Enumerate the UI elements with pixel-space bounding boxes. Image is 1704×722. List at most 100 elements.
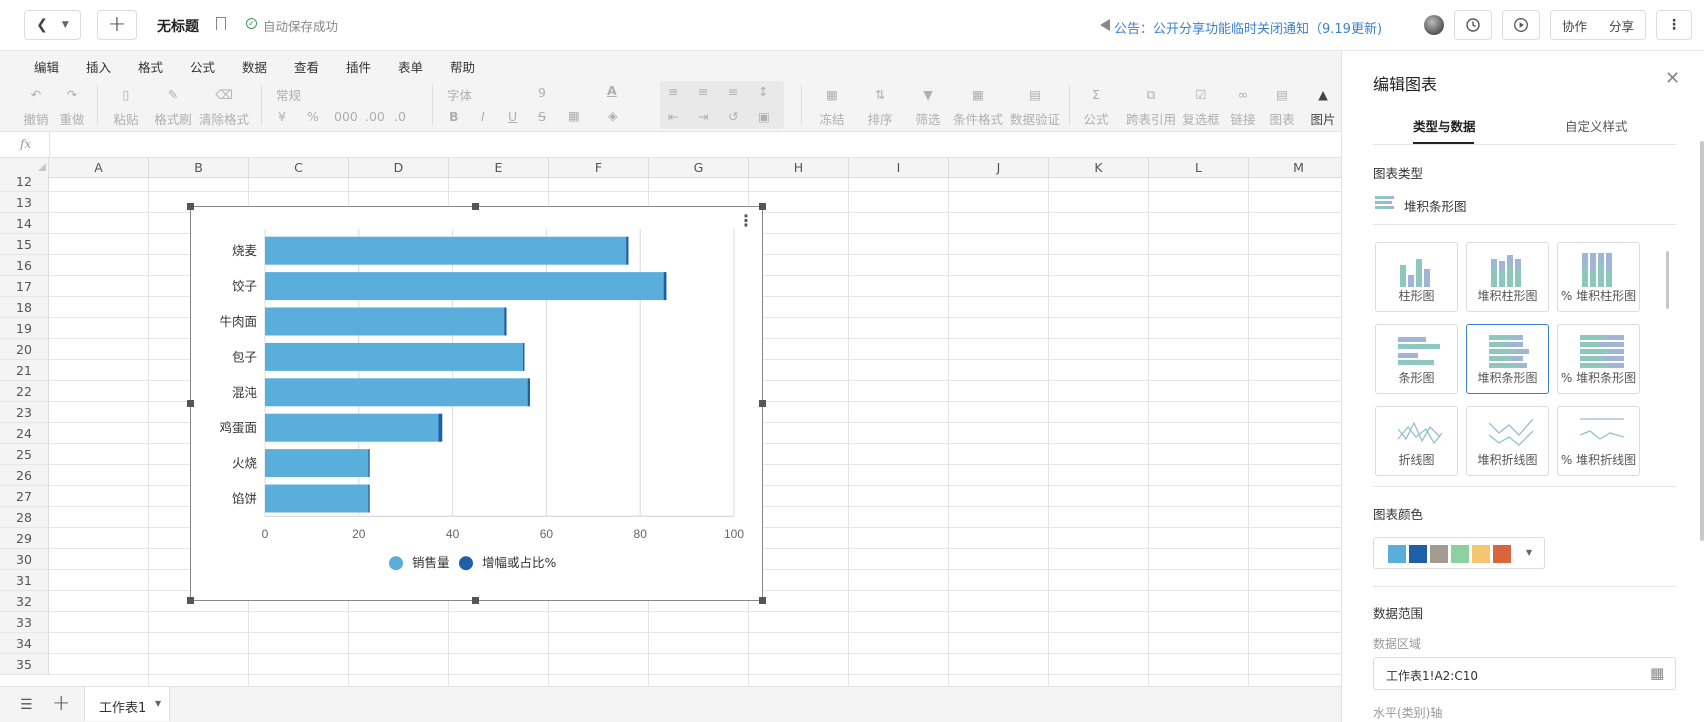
row-header[interactable]: 13 bbox=[0, 192, 49, 213]
collab-button[interactable]: 协作 bbox=[1562, 16, 1587, 35]
row-header[interactable]: 35 bbox=[0, 654, 49, 675]
row-header[interactable]: 12 bbox=[0, 171, 49, 192]
new-document-button[interactable]: + bbox=[97, 10, 137, 40]
menu-data[interactable]: 数据 bbox=[242, 57, 267, 76]
resize-handle[interactable] bbox=[759, 203, 766, 210]
align-left-icon[interactable]: ≡ bbox=[668, 84, 678, 99]
decimal-decrease-button[interactable]: .0 bbox=[394, 109, 406, 124]
row-header[interactable]: 24 bbox=[0, 423, 49, 444]
redo-button[interactable]: ↷ 重做 bbox=[56, 87, 88, 128]
row-header[interactable]: 14 bbox=[0, 213, 49, 234]
resize-handle[interactable] bbox=[187, 203, 194, 210]
share-button[interactable]: 分享 bbox=[1609, 16, 1634, 35]
resize-handle[interactable] bbox=[187, 400, 194, 407]
menu-edit[interactable]: 编辑 bbox=[34, 57, 59, 76]
number-format-select[interactable]: 常规 bbox=[276, 85, 406, 104]
row-header[interactable]: 20 bbox=[0, 339, 49, 360]
row-header[interactable]: 15 bbox=[0, 234, 49, 255]
column-header[interactable]: I bbox=[849, 158, 949, 178]
column-header[interactable]: L bbox=[1149, 158, 1249, 178]
range-select-icon[interactable]: ▦ bbox=[1650, 664, 1664, 682]
align-right-icon[interactable]: ≡ bbox=[728, 84, 738, 99]
resize-handle[interactable] bbox=[472, 597, 479, 604]
chevron-down-icon[interactable]: ▼ bbox=[155, 699, 161, 708]
chart-type-line[interactable]: 折线图 bbox=[1375, 406, 1458, 476]
chart-type-stacked-bar[interactable]: 堆积条形图 bbox=[1466, 324, 1549, 394]
chart-type-percent-stacked-column[interactable]: % 堆积柱形图 bbox=[1557, 242, 1640, 312]
format-painter-button[interactable]: ✎ 格式刷 bbox=[153, 87, 193, 128]
row-header[interactable]: 16 bbox=[0, 255, 49, 276]
undo-button[interactable]: ↶ 撤销 bbox=[20, 87, 52, 128]
conditional-format-button[interactable]: ▦ 条件格式 bbox=[952, 87, 1004, 128]
clear-format-button[interactable]: ⌫ 清除格式 bbox=[198, 87, 250, 128]
column-header[interactable]: G bbox=[649, 158, 749, 178]
row-header[interactable]: 17 bbox=[0, 276, 49, 297]
chart-type-stacked-line[interactable]: 堆积折线图 bbox=[1466, 406, 1549, 476]
sort-button[interactable]: ⇅ 排序 bbox=[864, 87, 896, 128]
chart-type-stacked-column[interactable]: 堆积柱形图 bbox=[1466, 242, 1549, 312]
data-area-field[interactable]: 工作表1!A2:C10 ▦ bbox=[1373, 657, 1676, 690]
thousands-button[interactable]: 000 bbox=[334, 109, 358, 124]
chevron-down-icon[interactable]: ▼ bbox=[62, 20, 69, 30]
column-header[interactable]: B bbox=[149, 158, 249, 178]
vertical-align-icon[interactable]: ↕ bbox=[758, 84, 768, 99]
sheet-list-icon[interactable]: ☰ bbox=[20, 697, 33, 713]
formula-button[interactable]: Σ 公式 bbox=[1080, 87, 1112, 128]
chart-object[interactable]: ⋮ 0 20 40 60 80 100 烧麦 饺子 牛肉面 包子 混沌 鸡蛋面 火烧 馅饼 销售量 增幅或占比… bbox=[190, 206, 763, 601]
row-header[interactable]: 25 bbox=[0, 444, 49, 465]
menu-forms[interactable]: 表单 bbox=[398, 57, 423, 76]
text-color-button[interactable]: A bbox=[607, 83, 617, 98]
chart-type-bar[interactable]: 条形图 bbox=[1375, 324, 1458, 394]
chart-type-percent-stacked-bar[interactable]: % 堆积条形图 bbox=[1557, 324, 1640, 394]
row-header[interactable]: 31 bbox=[0, 570, 49, 591]
row-header[interactable]: 23 bbox=[0, 402, 49, 423]
present-button[interactable] bbox=[1502, 10, 1540, 40]
back-button[interactable]: ❮ ▼ bbox=[24, 10, 81, 40]
menu-plugins[interactable]: 插件 bbox=[346, 57, 371, 76]
resize-handle[interactable] bbox=[187, 597, 194, 604]
add-sheet-icon[interactable]: + bbox=[52, 691, 70, 716]
row-header[interactable]: 34 bbox=[0, 633, 49, 654]
currency-button[interactable]: ¥ bbox=[278, 109, 286, 124]
row-header[interactable]: 18 bbox=[0, 297, 49, 318]
fill-color-icon[interactable]: ◈ bbox=[608, 108, 618, 123]
row-header[interactable]: 21 bbox=[0, 360, 49, 381]
underline-button[interactable]: U bbox=[508, 109, 517, 124]
row-header[interactable]: 29 bbox=[0, 528, 49, 549]
bold-button[interactable]: B bbox=[449, 109, 459, 124]
menu-help[interactable]: 帮助 bbox=[450, 57, 475, 76]
align-center-icon[interactable]: ≡ bbox=[698, 84, 708, 99]
column-header[interactable]: M bbox=[1249, 158, 1341, 178]
borders-icon[interactable]: ▦ bbox=[568, 108, 580, 123]
checkbox-button[interactable]: ☑ 复选框 bbox=[1180, 87, 1222, 128]
row-header[interactable]: 32 bbox=[0, 591, 49, 612]
row-header[interactable]: 28 bbox=[0, 507, 49, 528]
row-header[interactable]: 30 bbox=[0, 549, 49, 570]
document-title[interactable]: 无标题 bbox=[157, 16, 199, 36]
gallery-scrollbar[interactable] bbox=[1666, 251, 1669, 309]
column-header[interactable]: A bbox=[49, 158, 149, 178]
column-header[interactable]: E bbox=[449, 158, 549, 178]
filter-button[interactable]: ▼ 筛选 bbox=[912, 87, 944, 128]
font-size-select[interactable]: 9 bbox=[538, 85, 546, 100]
row-header[interactable]: 33 bbox=[0, 612, 49, 633]
formula-input[interactable] bbox=[49, 132, 1339, 158]
close-icon[interactable]: ✕ bbox=[1665, 68, 1680, 89]
link-button[interactable]: ∞ 链接 bbox=[1227, 87, 1259, 128]
current-chart-type[interactable]: 堆积条形图 bbox=[1373, 189, 1676, 225]
wrap-icon[interactable]: ⇥ bbox=[698, 109, 708, 124]
bookmark-icon[interactable] bbox=[216, 17, 226, 30]
merge-cells-icon[interactable]: ▣ bbox=[758, 109, 770, 124]
tab-type-data[interactable]: 类型与数据 bbox=[1413, 116, 1476, 135]
column-header[interactable]: H bbox=[749, 158, 849, 178]
row-header[interactable]: 26 bbox=[0, 465, 49, 486]
image-button[interactable]: ▲ 图片 bbox=[1306, 87, 1340, 128]
announcement-link[interactable]: 公告：公开分享功能临时关闭通知（9.19更新) bbox=[1114, 18, 1382, 37]
column-header[interactable]: K bbox=[1049, 158, 1149, 178]
menu-insert[interactable]: 插入 bbox=[86, 57, 111, 76]
column-header[interactable]: F bbox=[549, 158, 649, 178]
row-header[interactable]: 19 bbox=[0, 318, 49, 339]
avatar[interactable] bbox=[1424, 15, 1444, 35]
menu-formula[interactable]: 公式 bbox=[190, 57, 215, 76]
percent-button[interactable]: % bbox=[307, 109, 319, 124]
